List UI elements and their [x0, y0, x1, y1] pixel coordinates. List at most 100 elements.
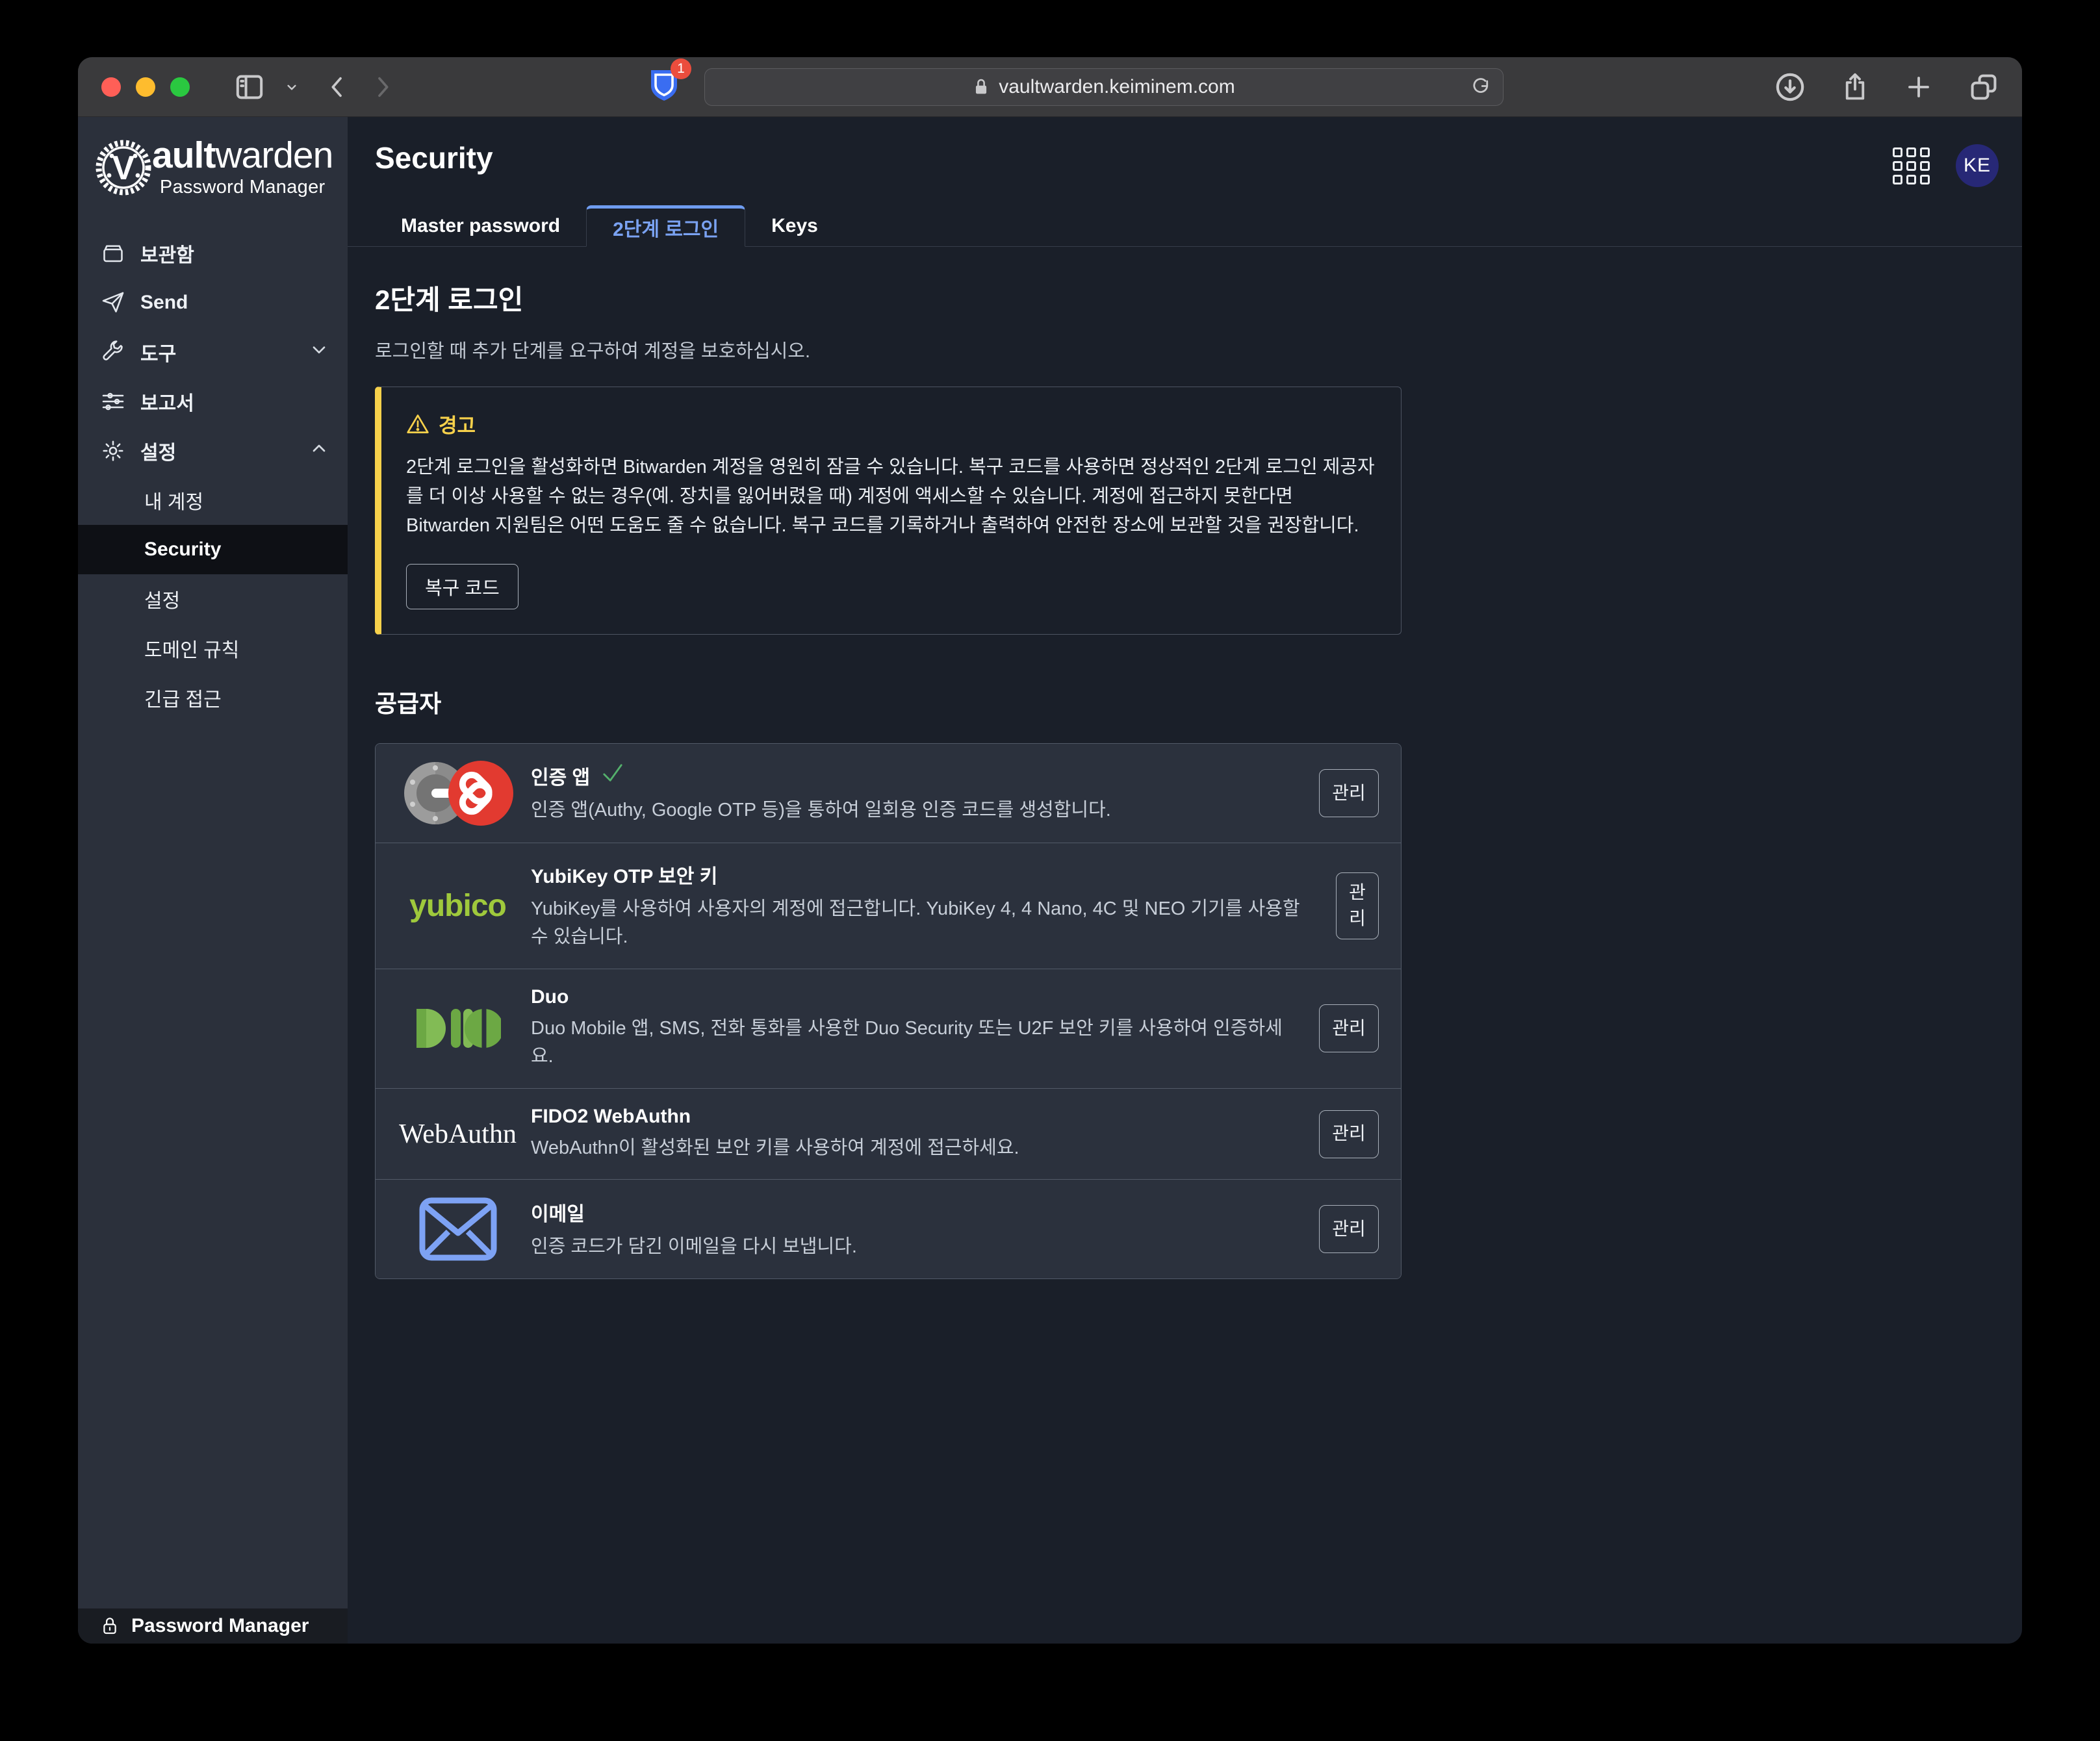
sidebar-item-label: 설정: [144, 585, 180, 613]
vault-icon: [101, 242, 125, 265]
provider-description: YubiKey를 사용하여 사용자의 계정에 접근합니다. YubiKey 4,…: [531, 895, 1318, 952]
email-icon: [398, 1197, 518, 1262]
sidebar: V aultwarden Password Manager 보관함 Send: [78, 117, 348, 1644]
close-window-button[interactable]: [101, 77, 121, 97]
sidebar-item-my-account[interactable]: 내 계정: [78, 476, 348, 525]
sidebar-nav: 보관함 Send 도구 보고서 설정: [78, 229, 348, 722]
tab-keys[interactable]: Keys: [745, 205, 844, 247]
provider-row-webauthn: WebAuthn FIDO2 WebAuthn WebAuthn이 활성화된 보…: [376, 1088, 1401, 1180]
toolbar-right-icons: [1775, 71, 1999, 103]
content: 2단계 로그인 로그인할 때 추가 단계를 요구하여 계정을 보호하십시오. 경…: [348, 247, 2022, 1310]
header-right: KE: [1893, 144, 1999, 187]
sidebar-item-label: Security: [144, 539, 221, 561]
brand-subtitle: Password Manager: [152, 177, 333, 198]
extension-badge: 1: [671, 58, 691, 79]
send-icon: [101, 291, 125, 314]
warning-callout: 경고 2단계 로그인을 활성화하면 Bitwarden 계정을 영원히 잠글 수…: [375, 387, 1402, 635]
sidebar-item-settings[interactable]: 설정: [78, 426, 348, 476]
provider-row-authenticator: 인증 앱 인증 앱(Authy, Google OTP 등)을 통하여 일회용 …: [376, 744, 1401, 843]
sidebar-item-label: 설정: [140, 437, 176, 465]
minimize-window-button[interactable]: [136, 77, 155, 97]
tools-icon: [101, 340, 125, 364]
provider-name: 이메일: [531, 1198, 1301, 1226]
main-header: Security KE Master password 2단계 로그인 Keys: [348, 117, 2022, 247]
footer-label: Password Manager: [131, 1615, 309, 1637]
sidebar-footer-password-manager[interactable]: Password Manager: [78, 1608, 348, 1644]
section-description: 로그인할 때 추가 단계를 요구하여 계정을 보호하십시오.: [375, 336, 1995, 363]
browser-window: 1 vaultwarden.keiminem.com: [78, 57, 2022, 1644]
yubico-logo: yubico: [398, 888, 518, 924]
brand-name: aultwarden: [152, 137, 333, 174]
downloads-icon[interactable]: [1775, 72, 1805, 102]
sidebar-item-label: 보관함: [140, 239, 194, 268]
browser-toolbar: 1 vaultwarden.keiminem.com: [78, 57, 2022, 117]
reports-icon: [101, 390, 125, 413]
tab-two-step-login[interactable]: 2단계 로그인: [586, 205, 745, 247]
providers-title: 공급자: [375, 684, 1995, 719]
page: V aultwarden Password Manager 보관함 Send: [78, 117, 2022, 1644]
provider-row-duo: Duo Duo Mobile 앱, SMS, 전화 통화를 사용한 Duo Se…: [376, 969, 1401, 1088]
main-area: Security KE Master password 2단계 로그인 Keys…: [348, 117, 2022, 1644]
page-title: Security: [375, 140, 2000, 175]
sidebar-item-reports[interactable]: 보고서: [78, 377, 348, 426]
provider-name: FIDO2 WebAuthn: [531, 1106, 1301, 1128]
share-icon[interactable]: [1841, 71, 1869, 103]
section-title: 2단계 로그인: [375, 278, 1995, 318]
chevron-up-icon: [309, 438, 329, 464]
sidebar-item-vault[interactable]: 보관함: [78, 229, 348, 278]
sidebar-item-tools[interactable]: 도구: [78, 327, 348, 377]
provider-list: 인증 앱 인증 앱(Authy, Google OTP 등)을 통하여 일회용 …: [375, 743, 1402, 1280]
provider-row-email: 이메일 인증 코드가 담긴 이메일을 다시 보냅니다. 관리: [376, 1179, 1401, 1278]
provider-text: FIDO2 WebAuthn WebAuthn이 활성화된 보안 키를 사용하여…: [518, 1106, 1319, 1163]
sidebar-item-preferences[interactable]: 설정: [78, 574, 348, 624]
enabled-check-icon: [600, 762, 625, 789]
tab-overview-icon[interactable]: [1969, 73, 1999, 101]
webauthn-logo: WebAuthn: [398, 1119, 518, 1150]
sidebar-item-security[interactable]: Security: [78, 525, 348, 574]
reload-icon[interactable]: [1472, 77, 1491, 98]
avatar[interactable]: KE: [1956, 144, 1999, 187]
sidebar-item-send[interactable]: Send: [78, 278, 348, 327]
tabs: Master password 2단계 로그인 Keys: [375, 205, 2000, 246]
manage-button-yubikey[interactable]: 관리: [1336, 872, 1379, 939]
bitwarden-extension-icon[interactable]: 1: [648, 68, 680, 106]
manage-button-email[interactable]: 관리: [1319, 1205, 1379, 1253]
provider-description: Duo Mobile 앱, SMS, 전화 통화를 사용한 Duo Securi…: [531, 1015, 1301, 1071]
zoom-window-button[interactable]: [170, 77, 190, 97]
new-tab-icon[interactable]: [1905, 73, 1932, 101]
manage-button-authenticator[interactable]: 관리: [1319, 769, 1379, 817]
sidebar-item-emergency-access[interactable]: 긴급 접근: [78, 673, 348, 722]
provider-name: 인증 앱: [531, 761, 1301, 790]
sidebar-toggle-icon[interactable]: [235, 74, 264, 100]
authy-icon: [448, 761, 513, 826]
chevron-down-icon[interactable]: [283, 79, 300, 95]
manage-button-webauthn[interactable]: 관리: [1319, 1110, 1379, 1158]
provider-text: Duo Duo Mobile 앱, SMS, 전화 통화를 사용한 Duo Se…: [518, 986, 1319, 1071]
url-text: vaultwarden.keiminem.com: [999, 76, 1235, 98]
manage-button-duo[interactable]: 관리: [1319, 1004, 1379, 1052]
vaultwarden-logo: V aultwarden Password Manager: [78, 117, 348, 199]
back-icon[interactable]: [326, 74, 348, 100]
sidebar-item-label: Send: [140, 292, 188, 314]
apps-grid-icon[interactable]: [1893, 147, 1930, 184]
traffic-lights: [101, 77, 190, 97]
warning-triangle-icon: [406, 413, 429, 435]
warning-title: 경고: [406, 409, 1376, 438]
address-bar[interactable]: vaultwarden.keiminem.com: [704, 68, 1504, 106]
provider-text: YubiKey OTP 보안 키 YubiKey를 사용하여 사용자의 계정에 …: [518, 860, 1336, 952]
lock-icon: [973, 77, 990, 97]
sidebar-item-domain-rules[interactable]: 도메인 규칙: [78, 624, 348, 673]
duo-logo: [398, 1008, 518, 1049]
sidebar-item-label: 보고서: [140, 387, 194, 416]
sidebar-item-label: 도메인 규칙: [144, 634, 239, 663]
vaultwarden-gear-icon: V: [92, 136, 155, 199]
provider-text: 이메일 인증 코드가 담긴 이메일을 다시 보냅니다.: [518, 1198, 1319, 1262]
settings-gear-icon: [101, 439, 125, 463]
recovery-code-button[interactable]: 복구 코드: [406, 564, 519, 609]
authenticator-apps-icon: [398, 761, 518, 826]
tab-master-password[interactable]: Master password: [375, 205, 586, 247]
forward-icon[interactable]: [372, 74, 394, 100]
provider-name: YubiKey OTP 보안 키: [531, 860, 1318, 889]
provider-name: Duo: [531, 986, 1301, 1008]
provider-description: 인증 코드가 담긴 이메일을 다시 보냅니다.: [531, 1233, 1301, 1262]
